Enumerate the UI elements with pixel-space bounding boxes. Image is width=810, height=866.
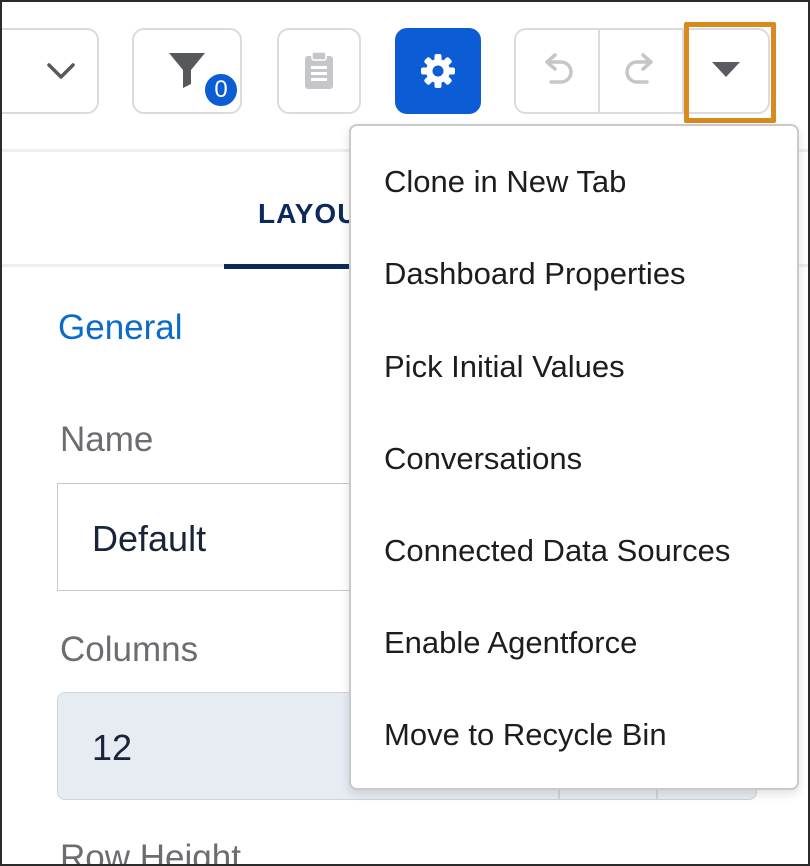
undo-button[interactable] — [516, 30, 600, 112]
clipboard-icon — [303, 51, 335, 91]
filter-button[interactable]: 0 — [132, 28, 242, 114]
redo-icon — [623, 52, 659, 91]
columns-value: 12 — [92, 727, 133, 768]
tab-active-indicator — [224, 264, 350, 269]
columns-label: Columns — [60, 630, 199, 669]
row-height-label: Row Height — [60, 838, 241, 866]
redo-button[interactable] — [600, 30, 684, 112]
name-label: Name — [60, 420, 154, 459]
chevron-down-icon — [46, 61, 76, 81]
menu-item-move-to-recycle-bin[interactable]: Move to Recycle Bin — [351, 689, 797, 781]
section-title-general: General — [58, 308, 183, 347]
filter-count-badge: 0 — [203, 72, 239, 108]
more-actions-menu: Clone in New Tab Dashboard Properties Pi… — [349, 124, 799, 790]
undo-icon — [539, 52, 575, 91]
highlight-box — [684, 22, 776, 123]
menu-item-clone-in-new-tab[interactable]: Clone in New Tab — [351, 136, 797, 228]
menu-item-enable-agentforce[interactable]: Enable Agentforce — [351, 597, 797, 689]
clipboard-button[interactable] — [277, 28, 361, 114]
gear-icon — [419, 52, 457, 90]
name-value: Default — [92, 518, 207, 559]
menu-item-conversations[interactable]: Conversations — [351, 413, 797, 505]
menu-item-pick-initial-values[interactable]: Pick Initial Values — [351, 321, 797, 413]
menu-item-connected-data-sources[interactable]: Connected Data Sources — [351, 505, 797, 597]
view-dropdown-button[interactable] — [2, 28, 99, 114]
app-frame: 0 LAYOU General Name Default Columns 12 … — [0, 0, 810, 866]
settings-button[interactable] — [395, 28, 481, 114]
tab-layout[interactable]: LAYOU — [258, 198, 358, 230]
filter-icon — [167, 50, 207, 90]
menu-item-dashboard-properties[interactable]: Dashboard Properties — [351, 228, 797, 320]
